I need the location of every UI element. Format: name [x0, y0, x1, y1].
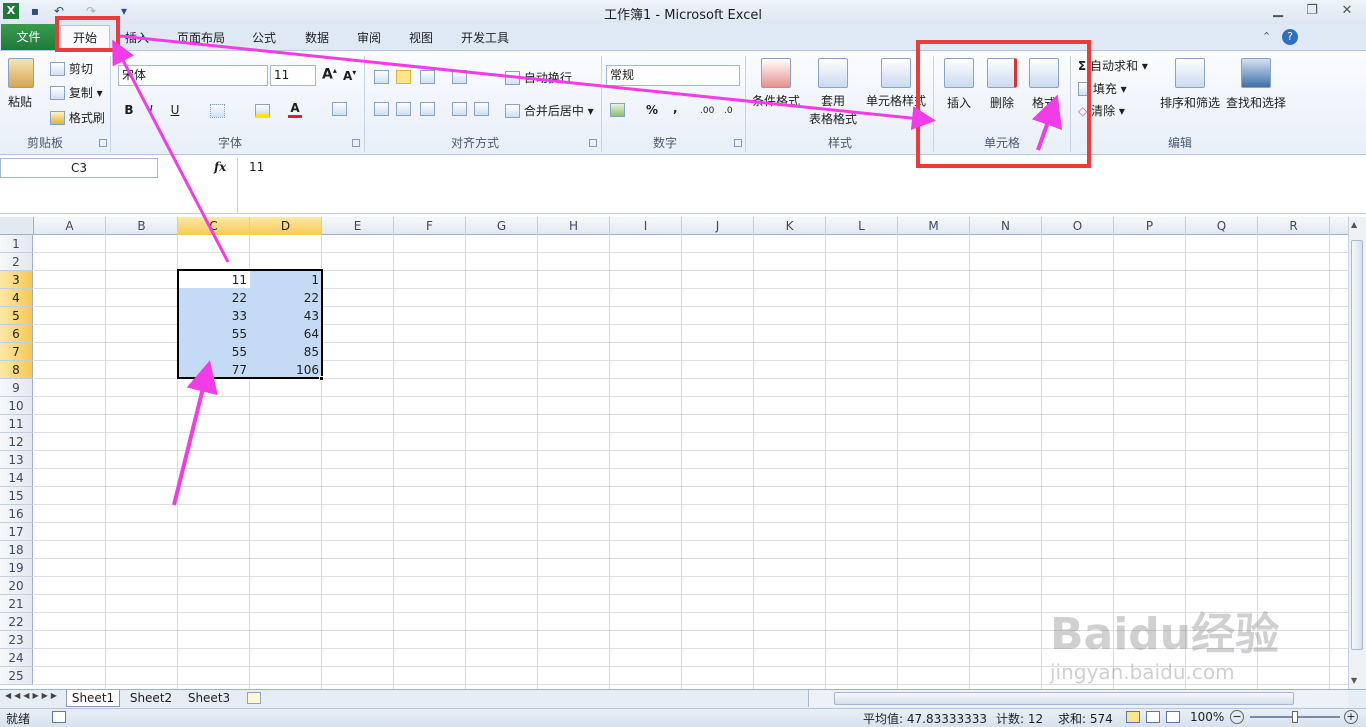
arrow-to-cells-group: [119, 34, 936, 131]
annotation-arrows: [112, 34, 1063, 506]
arrow-to-selection: [172, 360, 218, 506]
arrow-to-format-button: [1031, 94, 1063, 151]
arrow-to-home-tab: [112, 39, 230, 263]
